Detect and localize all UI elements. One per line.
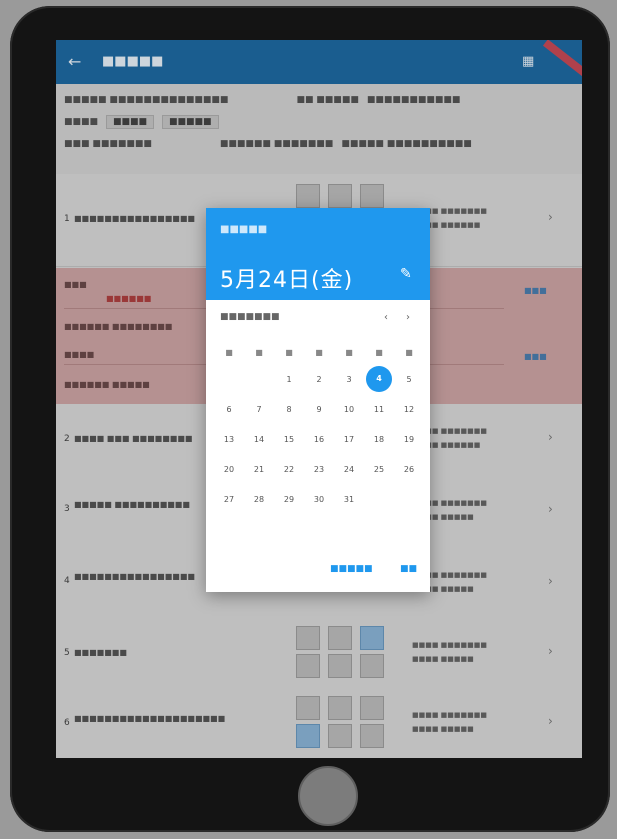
calendar-day-label: 3 xyxy=(346,374,352,384)
dialog-actions: ■■■■■ ■■ xyxy=(206,562,430,582)
calendar-day-label: 2 xyxy=(316,374,322,384)
calendar-day[interactable]: 17 xyxy=(334,424,364,454)
month-label[interactable]: ■■■■■■■ xyxy=(220,312,280,322)
pencil-icon[interactable]: ✎ xyxy=(400,266,412,282)
calendar-day[interactable]: 3 xyxy=(334,364,364,394)
weekday-label: ■ xyxy=(405,347,413,357)
calendar-day-label: 27 xyxy=(223,494,235,504)
calendar-day-label: 11 xyxy=(373,404,385,414)
calendar-day-label: 29 xyxy=(283,494,295,504)
calendar-day[interactable]: 15 xyxy=(274,424,304,454)
calendar-day-label: 5 xyxy=(406,374,412,384)
calendar-day-label: 17 xyxy=(343,434,355,444)
calendar-day[interactable]: 30 xyxy=(304,484,334,514)
calendar-day-label: 1 xyxy=(286,374,292,384)
calendar-day-label: 19 xyxy=(403,434,415,444)
calendar-day-label: 15 xyxy=(283,434,295,444)
calendar-day[interactable]: 1 xyxy=(274,364,304,394)
calendar-empty-cell xyxy=(394,484,424,514)
ok-button[interactable]: ■■ xyxy=(400,564,417,574)
calendar-day-label: 28 xyxy=(253,494,265,504)
calendar-empty-cell xyxy=(214,364,244,394)
app-screen: ← ■■■■■ ▦ ■■■■■ ■■■■■■■■■■■■■■ ■■ ■■■■■ … xyxy=(56,40,582,758)
calendar-day-label: 4 xyxy=(366,366,392,392)
calendar-day-label: 22 xyxy=(283,464,295,474)
calendar-day[interactable]: 4 xyxy=(364,364,394,394)
calendar-empty-cell xyxy=(244,364,274,394)
calendar-day-label: 31 xyxy=(343,494,355,504)
calendar-day-label: 30 xyxy=(313,494,325,504)
calendar-day-label: 25 xyxy=(373,464,385,474)
calendar-day-label: 16 xyxy=(313,434,325,444)
calendar-day[interactable]: 31 xyxy=(334,484,364,514)
calendar-day[interactable]: 2 xyxy=(304,364,334,394)
calendar-day[interactable]: 7 xyxy=(244,394,274,424)
calendar-day[interactable]: 24 xyxy=(334,454,364,484)
calendar-day[interactable]: 9 xyxy=(304,394,334,424)
calendar-day[interactable]: 19 xyxy=(394,424,424,454)
calendar-day-label: 8 xyxy=(286,404,292,414)
calendar-day-label: 18 xyxy=(373,434,385,444)
calendar-day[interactable]: 25 xyxy=(364,454,394,484)
calendar-day-label: 13 xyxy=(223,434,235,444)
calendar-day-label: 7 xyxy=(256,404,262,414)
calendar-day-label: 6 xyxy=(226,404,232,414)
calendar-day[interactable]: 6 xyxy=(214,394,244,424)
calendar-day-label: 24 xyxy=(343,464,355,474)
year-label[interactable]: ■■■■■ xyxy=(220,224,267,235)
weekday-label: ■ xyxy=(375,347,383,357)
calendar-day[interactable]: 29 xyxy=(274,484,304,514)
cancel-button[interactable]: ■■■■■ xyxy=(330,564,373,574)
calendar-day[interactable]: 12 xyxy=(394,394,424,424)
weekday-label: ■ xyxy=(345,347,353,357)
weekday-label: ■ xyxy=(315,347,323,357)
date-picker-header: ■■■■■ 5月24日(金) ✎ xyxy=(206,208,430,300)
calendar-day[interactable]: 14 xyxy=(244,424,274,454)
home-button[interactable] xyxy=(298,766,358,826)
calendar-day[interactable]: 26 xyxy=(394,454,424,484)
calendar-day-label: 21 xyxy=(253,464,265,474)
calendar-day[interactable]: 16 xyxy=(304,424,334,454)
date-picker-dialog: ■■■■■ 5月24日(金) ✎ ■■■■■■■ ‹ › ■ ■ ■ ■ ■ ■ ■ 123… xyxy=(206,208,430,592)
calendar-empty-cell xyxy=(364,484,394,514)
calendar-day[interactable]: 11 xyxy=(364,394,394,424)
calendar-day-label: 26 xyxy=(403,464,415,474)
calendar-day[interactable]: 22 xyxy=(274,454,304,484)
calendar-day[interactable]: 5 xyxy=(394,364,424,394)
weekday-label: ■ xyxy=(285,347,293,357)
calendar-day-label: 10 xyxy=(343,404,355,414)
calendar-day[interactable]: 13 xyxy=(214,424,244,454)
calendar-day[interactable]: 18 xyxy=(364,424,394,454)
month-header: ■■■■■■■ ‹ › xyxy=(220,312,416,326)
calendar-day[interactable]: 28 xyxy=(244,484,274,514)
chevron-right-icon[interactable]: › xyxy=(406,312,410,323)
calendar-day-label: 23 xyxy=(313,464,325,474)
calendar-day[interactable]: 20 xyxy=(214,454,244,484)
calendar-day[interactable]: 10 xyxy=(334,394,364,424)
calendar-day[interactable]: 21 xyxy=(244,454,274,484)
weekday-label: ■ xyxy=(255,347,263,357)
calendar-day-label: 14 xyxy=(253,434,265,444)
calendar-day[interactable]: 23 xyxy=(304,454,334,484)
calendar-day-label: 12 xyxy=(403,404,415,414)
weekday-label: ■ xyxy=(225,347,233,357)
calendar-day[interactable]: 8 xyxy=(274,394,304,424)
chevron-left-icon[interactable]: ‹ xyxy=(384,312,388,323)
calendar-grid: ■ ■ ■ ■ ■ ■ ■ 1 2 3 4 5 6 7 8 9 10 11 12 13 14 15 16 17 18 19 20 2… xyxy=(214,340,424,514)
calendar-day[interactable]: 27 xyxy=(214,484,244,514)
selected-date: 5月24日(金) xyxy=(220,268,354,293)
calendar-day-label: 20 xyxy=(223,464,235,474)
calendar-day-label: 9 xyxy=(316,404,322,414)
